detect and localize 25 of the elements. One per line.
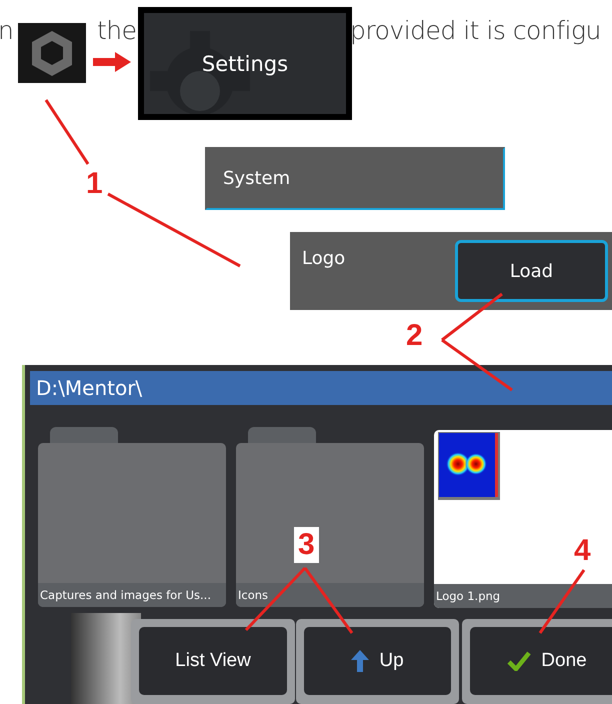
body-text: n	[0, 16, 14, 45]
callout-number: 4	[573, 533, 592, 569]
body-text: the	[97, 16, 137, 45]
leader-line	[538, 569, 586, 634]
load-button[interactable]: Load	[455, 240, 608, 302]
settings-tile[interactable]: Settings	[138, 7, 352, 120]
leader-line	[441, 338, 513, 392]
heatmap-thumbnail	[438, 432, 500, 500]
list-view-button[interactable]: List View	[139, 627, 287, 695]
path-bar: D:\Mentor\	[30, 371, 612, 405]
up-arrow-icon	[351, 650, 370, 672]
checkmark-icon	[507, 651, 532, 671]
system-menu-item[interactable]: System	[205, 147, 505, 210]
done-button[interactable]: Done	[470, 627, 612, 695]
body-text: provided it is configu	[350, 16, 601, 45]
leader-line	[304, 567, 354, 634]
callout-number: 2	[405, 318, 424, 354]
arrow-icon	[93, 52, 131, 72]
leader-line	[441, 292, 503, 342]
callout-number: 1	[85, 166, 104, 202]
callout-number: 3	[294, 527, 319, 563]
leader-line	[44, 99, 90, 165]
up-button[interactable]: Up	[304, 627, 451, 695]
app-logo-icon	[18, 23, 86, 83]
logo-label: Logo	[302, 248, 346, 269]
